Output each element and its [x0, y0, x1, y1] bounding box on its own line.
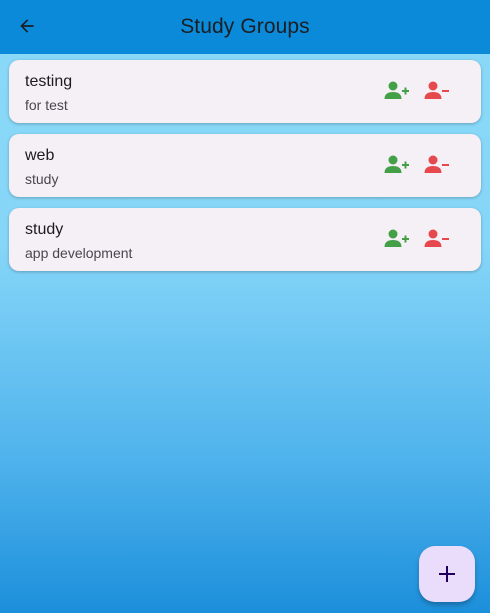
page-title: Study Groups: [180, 15, 310, 38]
leave-group-button[interactable]: [422, 225, 452, 253]
group-card: study app development: [9, 208, 481, 271]
group-name: study: [25, 221, 64, 238]
group-card: testing for test: [9, 60, 481, 123]
group-name: testing: [25, 73, 73, 90]
join-group-button[interactable]: [382, 77, 412, 105]
group-description: study: [25, 171, 59, 187]
leave-group-button[interactable]: [422, 77, 452, 105]
group-list: testing for test web study study app dev…: [9, 60, 481, 282]
person-remove-icon: [424, 155, 449, 173]
app-bar: Study Groups: [0, 0, 490, 54]
person-add-icon: [384, 81, 409, 99]
join-group-button[interactable]: [382, 151, 412, 179]
plus-icon: [439, 566, 455, 582]
group-description: app development: [25, 245, 133, 261]
person-remove-icon: [424, 81, 449, 99]
person-remove-icon: [424, 229, 449, 247]
group-description: for test: [25, 97, 68, 113]
group-card: web study: [9, 134, 481, 197]
add-group-button[interactable]: [419, 546, 475, 602]
group-name: web: [25, 147, 55, 164]
leave-group-button[interactable]: [422, 151, 452, 179]
person-add-icon: [384, 155, 409, 173]
join-group-button[interactable]: [382, 225, 412, 253]
person-add-icon: [384, 229, 409, 247]
